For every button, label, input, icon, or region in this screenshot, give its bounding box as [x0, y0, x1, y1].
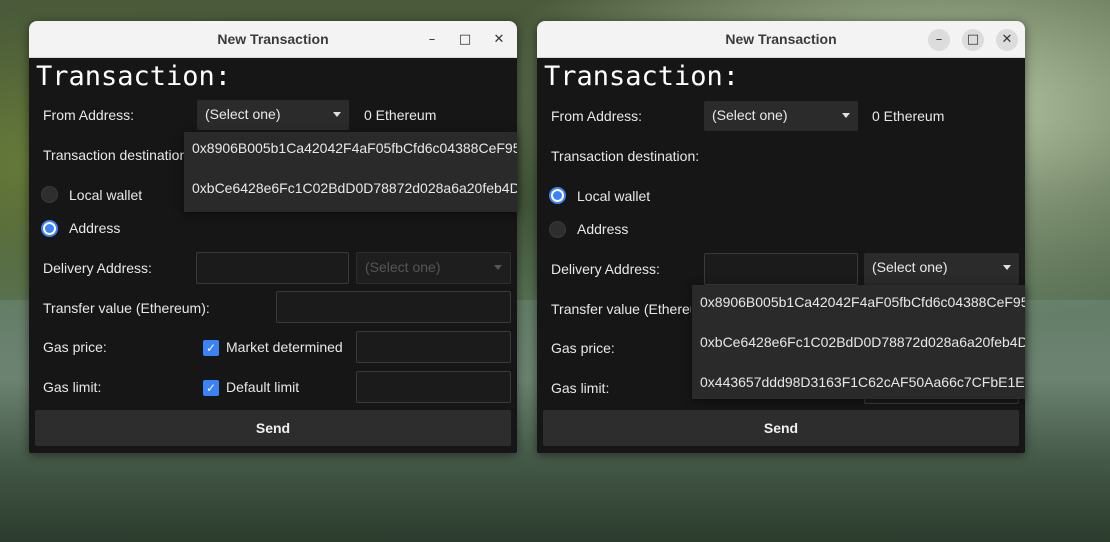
transaction-destination-label: Transaction destination:: [551, 148, 700, 164]
radio-local-wallet-label[interactable]: Local wallet: [577, 188, 650, 204]
default-limit-label[interactable]: Default limit: [226, 379, 299, 395]
checkmark-icon: ✓: [205, 341, 217, 355]
balance-text: 0 Ethereum: [364, 107, 437, 123]
gas-limit-label: Gas limit:: [551, 380, 610, 396]
page-title: Transaction:: [544, 61, 740, 92]
gas-limit-input[interactable]: [356, 371, 511, 403]
dropdown-option[interactable]: 0xbCe6428e6Fc1C02BdD0D78872d028a6a20feb4…: [184, 172, 517, 212]
window-title: New Transaction: [217, 31, 329, 47]
delivery-address-select-value: (Select one): [872, 259, 948, 275]
gas-price-label: Gas price:: [551, 340, 615, 356]
maximize-icon[interactable]: □: [962, 29, 984, 51]
transfer-value-input[interactable]: [276, 291, 511, 323]
balance-text: 0 Ethereum: [872, 108, 945, 124]
delivery-address-select-value: (Select one): [365, 259, 441, 275]
chevron-down-icon: [494, 265, 502, 270]
dropdown-option[interactable]: 0x8906B005b1Ca42042F4aF05fbCfd6c04388CeF…: [692, 285, 1025, 325]
radio-local-wallet[interactable]: [549, 187, 566, 204]
page-title: Transaction:: [36, 61, 232, 92]
window-title: New Transaction: [725, 31, 837, 47]
from-address-select[interactable]: (Select one): [197, 100, 349, 130]
delivery-address-input[interactable]: [704, 253, 858, 285]
from-address-dropdown: 0x8906B005b1Ca42042F4aF05fbCfd6c04388CeF…: [184, 132, 517, 212]
chevron-down-icon: [842, 113, 850, 118]
transaction-destination-label: Transaction destination: [43, 147, 185, 163]
gas-price-label: Gas price:: [43, 339, 107, 355]
from-address-select[interactable]: (Select one): [704, 101, 858, 131]
delivery-address-dropdown: 0x8906B005b1Ca42042F4aF05fbCfd6c04388CeF…: [692, 285, 1025, 399]
radio-address-label[interactable]: Address: [69, 220, 120, 236]
radio-local-wallet[interactable]: [41, 186, 58, 203]
titlebar[interactable]: New Transaction – □ ✕: [537, 21, 1025, 58]
delivery-address-select[interactable]: (Select one): [864, 253, 1019, 285]
gas-limit-label: Gas limit:: [43, 379, 102, 395]
transaction-window-left: New Transaction – □ ✕ Transaction: From …: [29, 21, 517, 453]
checkmark-icon: ✓: [205, 381, 217, 395]
dropdown-option[interactable]: 0xbCe6428e6Fc1C02BdD0D78872d028a6a20feb4…: [692, 325, 1025, 365]
dropdown-option[interactable]: 0x443657ddd98D3163F1C62cAF50Aa66c7CFbE1E…: [692, 365, 1025, 399]
send-button[interactable]: Send: [35, 410, 511, 446]
from-address-label: From Address:: [43, 107, 135, 123]
transfer-value-label: Transfer value (Ethereum):: [43, 300, 210, 316]
from-address-label: From Address:: [551, 108, 643, 124]
market-determined-label[interactable]: Market determined: [226, 339, 343, 355]
send-button[interactable]: Send: [543, 410, 1019, 446]
radio-address[interactable]: [549, 221, 566, 238]
radio-address-label[interactable]: Address: [577, 221, 628, 237]
gas-price-input[interactable]: [356, 331, 511, 363]
dropdown-option[interactable]: 0x8906B005b1Ca42042F4aF05fbCfd6c04388CeF…: [184, 132, 517, 172]
close-icon[interactable]: ✕: [488, 29, 510, 51]
transfer-value-label: Transfer value (Ethereu: [551, 301, 691, 317]
default-limit-checkbox[interactable]: ✓: [203, 380, 219, 396]
maximize-icon[interactable]: □: [454, 29, 476, 51]
transaction-window-right: New Transaction – □ ✕ Transaction: From …: [537, 21, 1025, 453]
delivery-address-label: Delivery Address:: [551, 261, 660, 277]
radio-address[interactable]: [41, 220, 58, 237]
from-address-select-value: (Select one): [205, 106, 281, 122]
minimize-icon[interactable]: –: [928, 29, 950, 51]
chevron-down-icon: [1003, 265, 1011, 270]
radio-local-wallet-label[interactable]: Local wallet: [69, 187, 142, 203]
from-address-select-value: (Select one): [712, 107, 788, 123]
delivery-address-label: Delivery Address:: [43, 260, 152, 276]
delivery-address-input[interactable]: [196, 252, 349, 284]
market-determined-checkbox[interactable]: ✓: [203, 340, 219, 356]
close-icon[interactable]: ✕: [996, 29, 1018, 51]
delivery-address-select: (Select one): [356, 252, 511, 284]
minimize-icon[interactable]: –: [421, 29, 443, 51]
titlebar[interactable]: New Transaction – □ ✕: [29, 21, 517, 58]
chevron-down-icon: [333, 112, 341, 117]
